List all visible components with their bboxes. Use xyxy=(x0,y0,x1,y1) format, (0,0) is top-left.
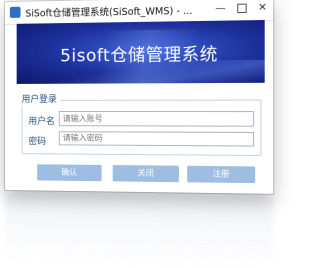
username-input[interactable] xyxy=(58,111,255,127)
window-title: SiSoft仓储管理系统(SiSoft_WMS) - ... xyxy=(25,5,193,20)
minimize-button[interactable]: — xyxy=(212,1,229,18)
login-group-box xyxy=(21,99,262,157)
banner-title: 5isoft仓储管理系统 xyxy=(60,44,218,67)
close-window-button[interactable]: ✕ xyxy=(254,0,271,17)
close-button[interactable]: 关闭 xyxy=(112,165,179,183)
banner: 5isoft仓储管理系统 xyxy=(16,19,265,84)
username-label: 用户名 xyxy=(28,117,55,128)
password-label: 密码 xyxy=(28,137,47,148)
confirm-button[interactable]: 确认 xyxy=(37,164,102,182)
stage: SiSoft仓储管理系统(SiSoft_WMS) - ... — ✕ 5isof… xyxy=(0,0,278,268)
password-input[interactable] xyxy=(58,131,255,147)
login-group-title: 用户登录 xyxy=(18,91,60,105)
register-button[interactable]: 注册 xyxy=(187,165,256,184)
app-icon xyxy=(9,6,21,18)
login-window: SiSoft仓储管理系统(SiSoft_WMS) - ... — ✕ 5isof… xyxy=(5,0,274,194)
window-reflection xyxy=(5,192,274,268)
maximize-icon xyxy=(236,3,247,13)
maximize-button[interactable] xyxy=(233,0,250,17)
